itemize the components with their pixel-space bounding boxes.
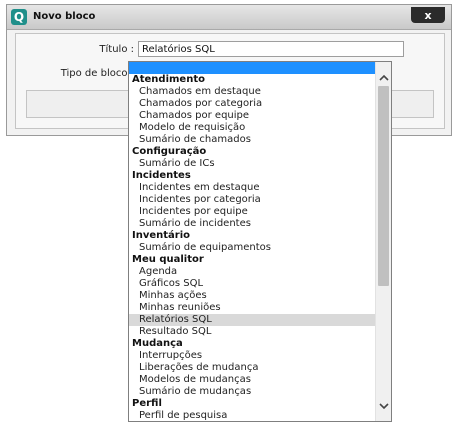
- chevron-down-icon[interactable]: [376, 399, 391, 413]
- option-group-label: Atendimento: [132, 74, 205, 85]
- dropdown-option[interactable]: Sumário de mudanças: [129, 386, 375, 398]
- dropdown-option[interactable]: Resultado SQL: [129, 326, 375, 338]
- dialog-title: Novo bloco: [33, 11, 96, 22]
- option-group-label: Inventário: [132, 230, 191, 241]
- dropdown-option[interactable]: Minhas reuniões: [129, 302, 375, 314]
- dropdown-option[interactable]: Chamados por equipe: [129, 110, 375, 122]
- dropdown-option[interactable]: Sumário de ICs: [129, 158, 375, 170]
- dropdown-options: Atendimento Chamados em destaque Chamados …: [129, 62, 375, 421]
- scrollbar-thumb[interactable]: [378, 86, 389, 286]
- title-label: Título :: [99, 44, 134, 55]
- option-group-label: Perfil: [132, 398, 162, 409]
- dropdown-option[interactable]: Interrupções: [129, 350, 375, 362]
- dropdown-option[interactable]: Modelos de mudanças: [129, 374, 375, 386]
- dropdown-option[interactable]: Incidentes em destaque: [129, 182, 375, 194]
- dropdown-option[interactable]: Sumário de incidentes: [129, 218, 375, 230]
- dropdown-option[interactable]: Sumário de equipamentos: [129, 242, 375, 254]
- selected-blank-option[interactable]: [129, 62, 375, 74]
- highlighted-option[interactable]: Relatórios SQL: [129, 314, 375, 326]
- qualitor-logo-icon: Q: [11, 9, 27, 25]
- dropdown-option[interactable]: Incidentes por equipe: [129, 206, 375, 218]
- dialog-titlebar: Q Novo bloco x: [7, 5, 451, 30]
- dropdown-option[interactable]: Liberações de mudança: [129, 362, 375, 374]
- dropdown-option[interactable]: Agenda: [129, 266, 375, 278]
- dropdown-option[interactable]: Minhas ações: [129, 290, 375, 302]
- option-group-label: Configuração: [132, 146, 207, 157]
- dropdown-option[interactable]: Chamados por categoria: [129, 98, 375, 110]
- dropdown-option[interactable]: Sumário de chamados: [129, 134, 375, 146]
- title-input[interactable]: [138, 41, 404, 57]
- option-group-label: Meu qualitor: [132, 254, 204, 265]
- option-group-label: Incidentes: [132, 170, 191, 181]
- dropdown-option[interactable]: Incidentes por categoria: [129, 194, 375, 206]
- option-group-label: Mudança: [132, 338, 183, 349]
- block-type-label: Tipo de bloco :: [60, 68, 134, 79]
- dropdown-scrollbar[interactable]: [375, 62, 391, 421]
- dropdown-option[interactable]: Chamados em destaque: [129, 86, 375, 98]
- block-type-dropdown-list[interactable]: Atendimento Chamados em destaque Chamados …: [128, 61, 392, 422]
- chevron-up-icon[interactable]: [376, 70, 391, 84]
- close-button[interactable]: x: [411, 7, 445, 23]
- dropdown-option[interactable]: Perfil de pesquisa: [129, 410, 375, 421]
- dropdown-option[interactable]: Modelo de requisição: [129, 122, 375, 134]
- dropdown-option[interactable]: Gráficos SQL: [129, 278, 375, 290]
